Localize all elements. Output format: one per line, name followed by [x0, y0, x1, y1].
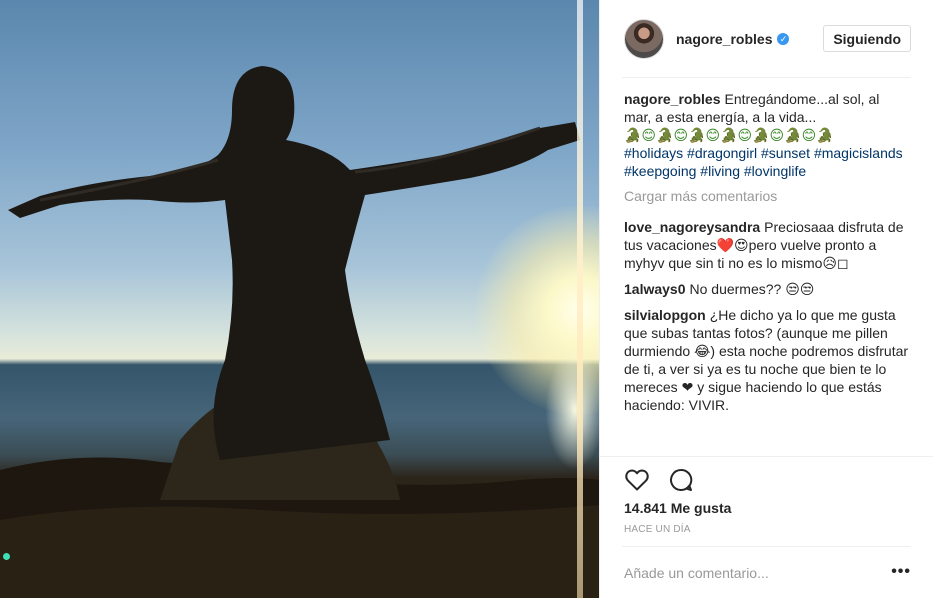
add-comment-input[interactable] — [624, 565, 874, 581]
avatar[interactable] — [624, 19, 664, 59]
post-timestamp[interactable]: HACE UN DÍA — [624, 524, 691, 535]
hashtag-link[interactable]: #sunset — [761, 145, 810, 161]
verified-badge-icon: ✓ — [777, 33, 790, 45]
more-options-icon[interactable]: ••• — [891, 564, 911, 580]
comment-item: love_nagoreysandra Preciosaaa disfruta de… — [624, 218, 910, 272]
hashtag-link[interactable]: #lovinglife — [744, 163, 806, 179]
comment-username[interactable]: love_nagoreysandra — [624, 219, 760, 235]
caption-username[interactable]: nagore_robles — [624, 91, 720, 107]
hashtag-link[interactable]: #keepgoing — [624, 163, 696, 179]
comment-username[interactable]: 1always0 — [624, 281, 686, 297]
likes-count[interactable]: 14.841 Me gusta — [624, 500, 731, 516]
add-comment-bar: ••• — [622, 546, 911, 598]
comment-text: No duermes?? 😒😒 — [689, 281, 815, 297]
caption-comment: nagore_robles Entregándome...al sol, al m… — [624, 90, 910, 180]
comment-bubble-icon[interactable] — [668, 467, 694, 493]
comment-item: silvialopgon ¿He dicho ya lo que me gusta… — [624, 306, 910, 414]
load-more-comments-link[interactable]: Cargar más comentarios — [624, 188, 910, 204]
hashtag-link[interactable]: #dragongirl — [687, 145, 757, 161]
post-side-panel: nagore_robles ✓ Siguiendo nagore_robles E… — [599, 0, 933, 598]
hashtag-link[interactable]: #magicislands — [814, 145, 903, 161]
caption-emoji-line: 🐊😊🐊😊🐊😊🐊😊🐊😊🐊😊🐊 — [624, 127, 834, 143]
action-bar — [600, 456, 933, 491]
post-photo[interactable] — [0, 0, 599, 598]
following-button[interactable]: Siguiendo — [823, 25, 911, 52]
comment-item: 1always0 No duermes?? 😒😒 — [624, 280, 910, 298]
instagram-post: nagore_robles ✓ Siguiendo nagore_robles E… — [0, 0, 933, 598]
woman-silhouette-image — [0, 66, 599, 598]
action-buttons — [624, 467, 694, 493]
lens-flare — [577, 0, 583, 598]
post-header: nagore_robles ✓ Siguiendo — [600, 0, 933, 78]
hashtag-link[interactable]: #living — [700, 163, 740, 179]
comment-username[interactable]: silvialopgon — [624, 307, 706, 323]
carousel-dot-indicator — [3, 553, 10, 560]
heart-icon[interactable] — [624, 467, 650, 493]
author-username[interactable]: nagore_robles — [676, 31, 772, 47]
hashtag-link[interactable]: #holidays — [624, 145, 683, 161]
comments-list[interactable]: nagore_robles Entregándome...al sol, al m… — [600, 78, 933, 456]
